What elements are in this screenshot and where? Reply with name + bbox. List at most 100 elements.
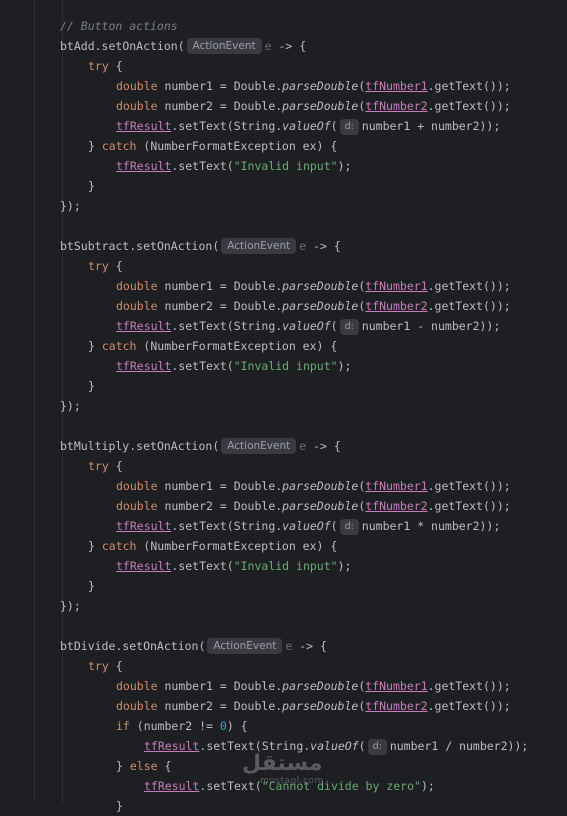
code-line: } catch (NumberFormatException ex) { bbox=[88, 139, 338, 153]
inlay-hint: ActionEvent bbox=[186, 38, 262, 54]
code-line: if (number2 != 0) { bbox=[116, 719, 248, 733]
keyword-double: double bbox=[116, 499, 158, 513]
code-line: double number1 = Double.parseDouble(tfNu… bbox=[116, 79, 511, 93]
code-line: double number1 = Double.parseDouble(tfNu… bbox=[116, 479, 511, 493]
code-line: double number1 = Double.parseDouble(tfNu… bbox=[116, 279, 511, 293]
inlay-hint: ActionEvent bbox=[221, 438, 297, 454]
code-line: btDivide.setOnAction(ActionEvent e -> { bbox=[60, 638, 327, 654]
code-line: } bbox=[88, 579, 95, 593]
field-ref[interactable]: tfResult bbox=[116, 119, 171, 133]
string-literal: "Invalid input" bbox=[233, 559, 338, 573]
method-parse: parseDouble bbox=[282, 499, 359, 513]
keyword-try: try bbox=[88, 459, 109, 473]
indent-guide bbox=[34, 0, 35, 803]
field-ref[interactable]: tfResult bbox=[116, 519, 171, 533]
inlay-hint: ActionEvent bbox=[207, 638, 283, 654]
code-line: tfResult.setText("Invalid input"); bbox=[116, 359, 352, 373]
operation-expression: number1 - number2)); bbox=[361, 319, 501, 333]
code-line: double number1 = Double.parseDouble(tfNu… bbox=[116, 679, 511, 693]
keyword-catch: catch bbox=[101, 339, 137, 353]
field-ref[interactable]: tfResult bbox=[116, 359, 171, 373]
code-line: try { bbox=[88, 459, 123, 473]
button-identifier: btDivide bbox=[60, 639, 116, 653]
inlay-hint: d: bbox=[339, 319, 359, 335]
field-ref[interactable]: tfNumber1 bbox=[365, 279, 427, 293]
number-literal: 0 bbox=[219, 719, 227, 733]
keyword-try: try bbox=[88, 659, 109, 673]
field-ref[interactable]: tfNumber2 bbox=[365, 299, 427, 313]
keyword-double: double bbox=[116, 279, 158, 293]
method-parse: parseDouble bbox=[282, 679, 359, 693]
button-identifier: btAdd bbox=[60, 39, 95, 53]
keyword-catch: catch bbox=[101, 539, 137, 553]
lambda-param: e bbox=[299, 239, 307, 253]
code-line: tfResult.setText(String.valueOf(d: number… bbox=[116, 319, 501, 335]
field-ref[interactable]: tfNumber2 bbox=[365, 99, 427, 113]
watermark-arabic: مستقل bbox=[242, 751, 323, 776]
method-parse: parseDouble bbox=[282, 99, 359, 113]
code-line: double number2 = Double.parseDouble(tfNu… bbox=[116, 99, 511, 113]
watermark-latin: mostaql.com bbox=[260, 776, 324, 786]
code-line: tfResult.setText(String.valueOf(d: number… bbox=[116, 119, 501, 135]
inlay-hint: d: bbox=[339, 519, 359, 535]
field-ref[interactable]: tfResult bbox=[144, 779, 199, 793]
code-line: } catch (NumberFormatException ex) { bbox=[88, 539, 338, 553]
lambda-param: e bbox=[285, 639, 293, 653]
field-ref[interactable]: tfNumber1 bbox=[365, 679, 427, 693]
keyword-double: double bbox=[116, 479, 158, 493]
code-line: btSubtract.setOnAction(ActionEvent e -> { bbox=[60, 238, 341, 254]
code-line: }); bbox=[60, 399, 81, 413]
button-identifier: btMultiply bbox=[60, 439, 130, 453]
method-valueof: valueOf bbox=[282, 319, 331, 333]
operation-expression: number1 * number2)); bbox=[361, 519, 501, 533]
code-line: } bbox=[116, 799, 123, 813]
code-line: tfResult.setText("Invalid input"); bbox=[116, 559, 352, 573]
method-valueof: valueOf bbox=[282, 119, 331, 133]
code-line: double number2 = Double.parseDouble(tfNu… bbox=[116, 299, 511, 313]
field-ref[interactable]: tfResult bbox=[116, 559, 171, 573]
code-line: }); bbox=[60, 199, 81, 213]
keyword-double: double bbox=[116, 699, 158, 713]
exception-clause: (NumberFormatException ex) { bbox=[143, 139, 338, 153]
keyword-else: else bbox=[129, 759, 158, 773]
code-line: try { bbox=[88, 59, 123, 73]
code-line: btMultiply.setOnAction(ActionEvent e -> { bbox=[60, 438, 341, 454]
method-parse: parseDouble bbox=[282, 279, 359, 293]
code-line: tfResult.setText(String.valueOf(d: number… bbox=[144, 739, 529, 755]
watermark-logo: مستقل mostaql.com bbox=[242, 751, 323, 787]
field-ref[interactable]: tfResult bbox=[116, 159, 171, 173]
inlay-hint: d: bbox=[367, 739, 387, 755]
field-ref[interactable]: tfNumber2 bbox=[365, 699, 427, 713]
code-line: double number2 = Double.parseDouble(tfNu… bbox=[116, 499, 511, 513]
field-ref[interactable]: tfNumber1 bbox=[365, 79, 427, 93]
inlay-hint: ActionEvent bbox=[221, 238, 297, 254]
button-identifier: btSubtract bbox=[60, 239, 130, 253]
field-ref[interactable]: tfNumber2 bbox=[365, 499, 427, 513]
code-line: try { bbox=[88, 659, 123, 673]
lambda-param: e bbox=[264, 39, 272, 53]
keyword-try: try bbox=[88, 259, 109, 273]
method-valueof: valueOf bbox=[282, 519, 331, 533]
operation-expression: number1 + number2)); bbox=[361, 119, 501, 133]
method-parse: parseDouble bbox=[282, 699, 359, 713]
code-line: try { bbox=[88, 259, 123, 273]
field-ref[interactable]: tfResult bbox=[116, 319, 171, 333]
field-ref[interactable]: tfNumber1 bbox=[365, 479, 427, 493]
keyword-catch: catch bbox=[101, 139, 137, 153]
field-ref[interactable]: tfResult bbox=[144, 739, 199, 753]
method-parse: parseDouble bbox=[282, 79, 359, 93]
code-line: btAdd.setOnAction(ActionEvent e -> { bbox=[60, 38, 307, 54]
method-parse: parseDouble bbox=[282, 479, 359, 493]
code-line: } catch (NumberFormatException ex) { bbox=[88, 339, 338, 353]
code-line: } bbox=[88, 179, 95, 193]
string-literal: "Invalid input" bbox=[233, 359, 338, 373]
method-parse: parseDouble bbox=[282, 299, 359, 313]
string-literal: "Invalid input" bbox=[233, 159, 338, 173]
code-line: tfResult.setText("Invalid input"); bbox=[116, 159, 352, 173]
code-line: tfResult.setText(String.valueOf(d: number… bbox=[116, 519, 501, 535]
inlay-hint: d: bbox=[339, 119, 359, 135]
lambda-param: e bbox=[299, 439, 307, 453]
keyword-double: double bbox=[116, 99, 158, 113]
code-editor[interactable]: // Button actions btAdd.setOnAction(Acti… bbox=[0, 0, 567, 813]
keyword-double: double bbox=[116, 79, 158, 93]
